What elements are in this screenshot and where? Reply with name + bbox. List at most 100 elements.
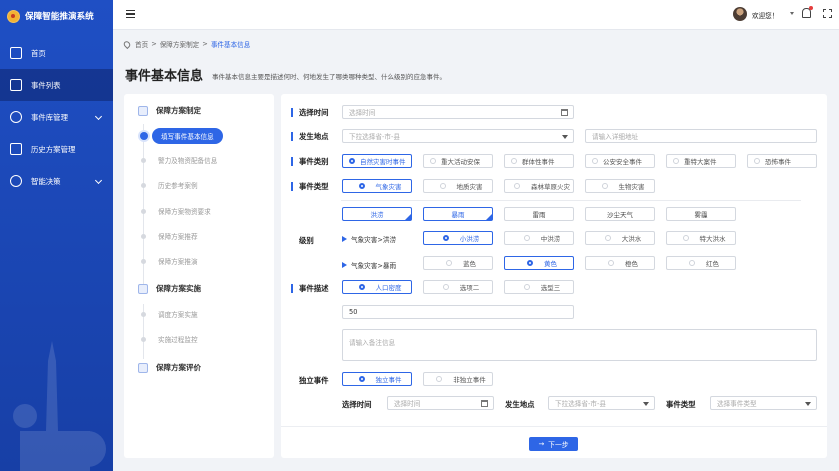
next-step-button[interactable]: → 下一步 xyxy=(529,437,578,451)
step-dispatch-implement[interactable]: 调度方案实施 xyxy=(138,307,198,321)
remark-textarea[interactable]: 请输入备注信息 xyxy=(342,329,817,361)
independent-option-no[interactable]: 非独立事件 xyxy=(423,372,493,386)
option-label: 生物灾害 xyxy=(618,183,645,191)
welcome-text[interactable]: 欢迎您！ xyxy=(752,10,778,20)
divider xyxy=(341,200,801,201)
category-option-group[interactable]: 群体性事件 xyxy=(504,154,574,168)
step-process-monitor[interactable]: 实施过程监控 xyxy=(138,332,198,346)
option-label: 雷雨 xyxy=(532,211,546,219)
sidebar-item-event-library[interactable]: 事件库管理 xyxy=(0,101,113,133)
desc-option-two[interactable]: 选项二 xyxy=(423,280,493,294)
step-dot xyxy=(141,336,146,342)
document-icon xyxy=(10,143,22,155)
category-option-security[interactable]: 重大活动安保 xyxy=(423,154,493,168)
option-label: 大洪水 xyxy=(621,235,642,243)
type-option-biological[interactable]: 生物灾害 xyxy=(585,179,655,193)
app-title: 保障智能推演系统 xyxy=(25,12,94,22)
region-select[interactable]: 下拉选择省-市-县 xyxy=(342,129,574,143)
step-plan-simulation[interactable]: 保障方案推演 xyxy=(138,254,198,268)
avatar[interactable] xyxy=(733,7,747,21)
option-label: 中洪涝 xyxy=(540,235,561,243)
step-dot xyxy=(141,157,146,163)
level-option-blue[interactable]: 蓝色 xyxy=(423,256,493,270)
step-group-plan: 保障方案制定 xyxy=(138,105,201,116)
subtype-thunderstorm[interactable]: 雷雨 xyxy=(504,207,574,221)
option-label: 小洪涝 xyxy=(459,235,480,243)
option-label: 人口密度 xyxy=(375,284,402,292)
subtype-flood[interactable]: 洪涝 xyxy=(342,207,412,221)
subtype-haze[interactable]: 雾霾 xyxy=(666,207,736,221)
level-option-large-flood[interactable]: 大洪水 xyxy=(585,231,655,245)
notification-dot xyxy=(809,6,813,10)
menu-toggle-icon[interactable] xyxy=(126,10,135,18)
option-label: 红色 xyxy=(706,260,719,268)
police-badge-icon xyxy=(7,9,20,23)
time-placeholder: 选择时间 xyxy=(349,109,376,117)
sub-type-select[interactable]: 选择事件类型 xyxy=(710,396,817,410)
breadcrumb-separator: > xyxy=(202,40,208,48)
level-option-small-flood[interactable]: 小洪涝 xyxy=(423,231,493,245)
level-option-yellow[interactable]: 黄色 xyxy=(504,256,574,270)
sub-time-picker[interactable]: 选择时间 xyxy=(387,396,494,410)
radio-unchecked xyxy=(439,183,446,189)
breadcrumb-current: 事件基本信息 xyxy=(210,41,251,49)
sub-time-label: 选择时间 xyxy=(342,400,372,409)
sidebar-item-label: 事件列表 xyxy=(31,80,61,90)
option-label: 暴雨 xyxy=(451,211,465,219)
option-label: 选项二 xyxy=(459,284,480,292)
sub-time-placeholder: 选择时间 xyxy=(394,400,421,408)
sub-type-label: 事件类型 xyxy=(666,400,696,409)
step-label: 警力及物资配备信息 xyxy=(158,157,218,165)
step-fill-event-info[interactable]: 填写事件基本信息 xyxy=(138,128,223,144)
sidebar-item-home[interactable]: 首页 xyxy=(0,37,113,69)
level-option-medium-flood[interactable]: 中洪涝 xyxy=(504,231,574,245)
option-label: 洪涝 xyxy=(370,211,384,219)
step-history-cases[interactable]: 历史参考案例 xyxy=(138,178,198,192)
level-option-red[interactable]: 红色 xyxy=(666,256,736,270)
address-input[interactable]: 请输入详细地址 xyxy=(585,129,817,143)
step-group-evaluate: 保障方案评价 xyxy=(138,362,201,373)
sidebar: 保障智能推演系统 首页 事件列表 事件库管理 历史方案管理 智能决策 xyxy=(0,0,113,471)
next-step-label: 下一步 xyxy=(548,441,569,449)
category-option-natural[interactable]: 自然灾害时事件 xyxy=(342,154,412,168)
description-value-input[interactable]: 50 xyxy=(342,305,574,319)
step-label: 历史参考案例 xyxy=(158,182,198,190)
radio-checked xyxy=(349,158,355,164)
step-supply-requirements[interactable]: 保障方案物资要求 xyxy=(138,204,211,218)
level-option-orange[interactable]: 橙色 xyxy=(585,256,655,270)
sidebar-item-history-plans[interactable]: 历史方案管理 xyxy=(0,133,113,165)
chevron-down-icon xyxy=(94,112,103,121)
type-option-weather[interactable]: 气象灾害 xyxy=(342,179,412,193)
step-group-implement: 保障方案实施 xyxy=(138,283,201,294)
category-option-public-safety[interactable]: 公安安全事件 xyxy=(585,154,655,168)
subtype-rainstorm[interactable]: 暴雨 xyxy=(423,207,493,221)
sidebar-item-smart-decision[interactable]: 智能决策 xyxy=(0,165,113,197)
breadcrumb-item[interactable]: 保障方案制定 xyxy=(160,39,200,49)
radio-unchecked xyxy=(754,158,760,164)
step-plan-recommend[interactable]: 保障方案推荐 xyxy=(138,229,198,243)
desc-option-population[interactable]: 人口密度 xyxy=(342,280,412,294)
radio-checked xyxy=(442,235,449,241)
caret-down-icon[interactable] xyxy=(790,12,794,15)
independent-option-yes[interactable]: 独立事件 xyxy=(342,372,412,386)
fullscreen-icon[interactable] xyxy=(823,9,832,18)
option-label: 恐怖事件 xyxy=(765,158,791,166)
desc-option-three[interactable]: 选型三 xyxy=(504,280,574,294)
type-option-geology[interactable]: 地质灾害 xyxy=(423,179,493,193)
time-picker[interactable]: 选择时间 xyxy=(342,105,574,119)
step-dot xyxy=(141,182,146,188)
flag-icon xyxy=(342,236,347,242)
breadcrumb-item[interactable]: 首页 xyxy=(135,39,148,49)
monument-watermark-icon xyxy=(13,341,106,471)
category-option-major-case[interactable]: 重特大案件 xyxy=(666,154,736,168)
level-option-huge-flood[interactable]: 特大洪水 xyxy=(666,231,736,245)
database-icon xyxy=(10,111,22,123)
sidebar-item-event-list[interactable]: 事件列表 xyxy=(0,69,113,101)
category-option-terror[interactable]: 恐怖事件 xyxy=(747,154,817,168)
sub-region-select[interactable]: 下拉选择省-市-县 xyxy=(548,396,655,410)
subtype-sandstorm[interactable]: 沙尘天气 xyxy=(585,207,655,221)
category-label: 事件类别 xyxy=(291,157,329,166)
address-placeholder: 请输入详细地址 xyxy=(592,133,639,141)
type-option-forest-fire[interactable]: 森林草原火灾 xyxy=(504,179,574,193)
step-police-supplies[interactable]: 警力及物资配备信息 xyxy=(138,153,217,167)
